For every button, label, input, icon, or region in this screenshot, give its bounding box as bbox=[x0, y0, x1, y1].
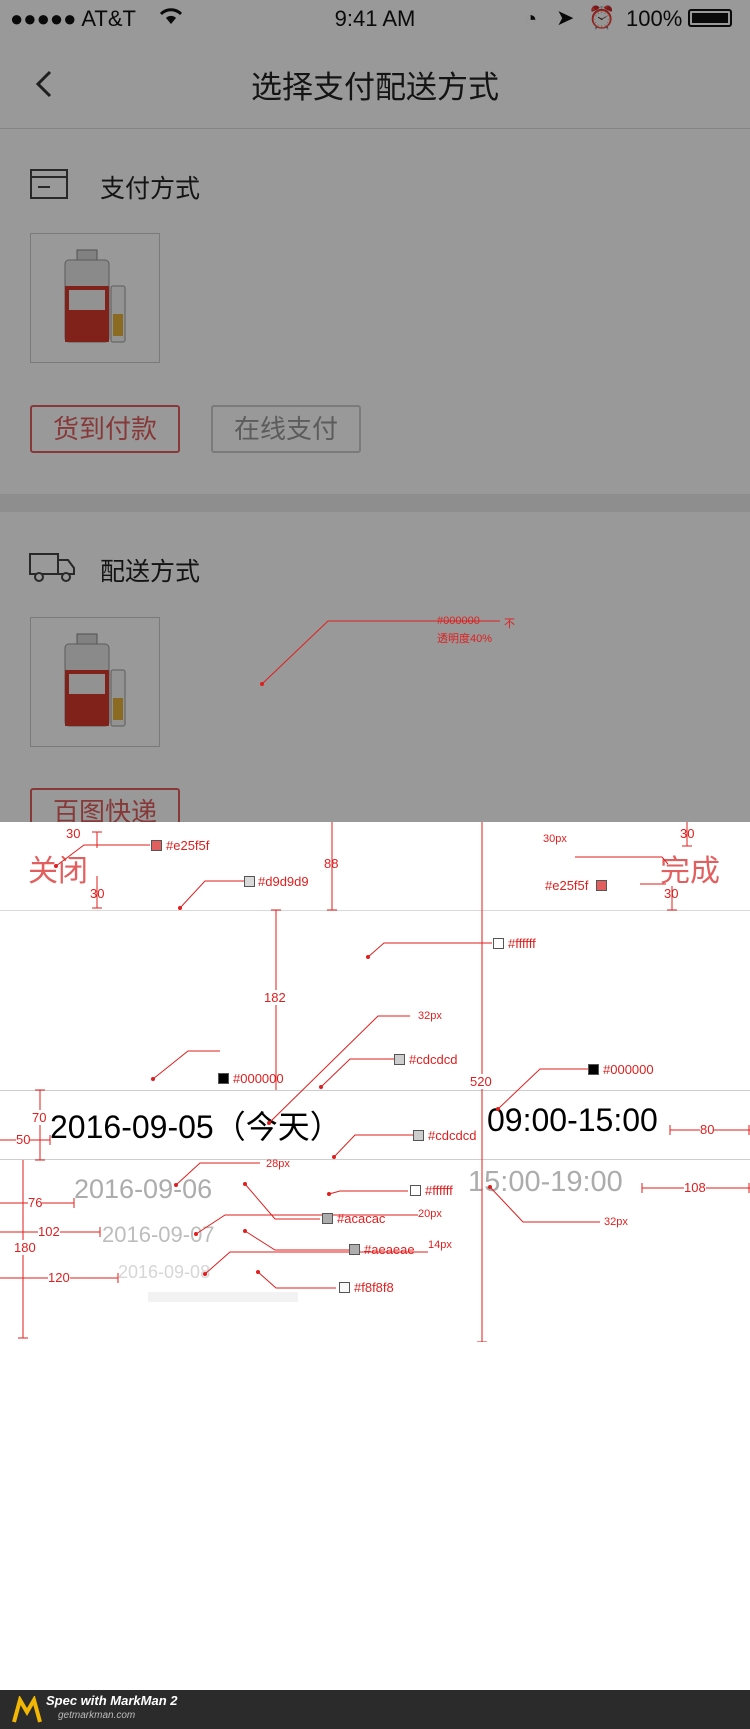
size-right-font: 32px bbox=[604, 1216, 628, 1228]
swatch-row2-text bbox=[322, 1213, 333, 1224]
overlay-color-note: #000000 bbox=[437, 615, 480, 627]
markman-logo-icon bbox=[12, 1694, 42, 1729]
size-row2-font: 28px bbox=[266, 1158, 290, 1170]
overlay-opacity-note-2: 透明度40% bbox=[437, 633, 493, 645]
dim-done-top-px: 30px bbox=[543, 833, 567, 845]
color-bg-white: #ffffff bbox=[508, 936, 536, 951]
markman-brand: Spec with MarkMan 2 bbox=[46, 1693, 178, 1708]
color-done: #e25f5f bbox=[545, 878, 589, 893]
swatch-sel-text-right bbox=[588, 1064, 599, 1075]
markman-footer: Spec with MarkMan 2 getmarkman.com bbox=[0, 1690, 750, 1729]
overlay-opacity-note: 不 bbox=[504, 618, 515, 630]
swatch-close bbox=[151, 840, 162, 851]
swatch-sel-text-left bbox=[218, 1073, 229, 1084]
color-sel-text-right: #000000 bbox=[603, 1062, 654, 1077]
swatch-row4-text bbox=[339, 1282, 350, 1293]
size-sel-font: 32px bbox=[418, 1010, 442, 1022]
color-sel-line-top: #cdcdcd bbox=[409, 1052, 458, 1067]
color-row3-text: #aeaeae bbox=[364, 1242, 415, 1257]
swatch-header-line bbox=[244, 876, 255, 887]
swatch-row3-text bbox=[349, 1244, 360, 1255]
color-sel-line-bottom: #cdcdcd bbox=[428, 1128, 477, 1143]
size-row3-font: 20px bbox=[418, 1208, 442, 1220]
dim-done-top: 30 bbox=[680, 826, 695, 841]
dim-right-80: 80 bbox=[700, 1122, 715, 1137]
dim-header-height: 88 bbox=[324, 856, 339, 871]
dim-done-bottom: 30 bbox=[664, 886, 679, 901]
dim-left-120: 120 bbox=[48, 1270, 70, 1285]
overlay-annotation-line bbox=[260, 620, 500, 686]
dim-left-76: 76 bbox=[28, 1195, 43, 1210]
swatch-done bbox=[596, 880, 607, 891]
swatch-sel-line-top bbox=[394, 1054, 405, 1065]
dim-left-50: 50 bbox=[16, 1132, 31, 1147]
swatch-row2-bg bbox=[410, 1185, 421, 1196]
dim-divider: 520 bbox=[470, 1074, 492, 1089]
markman-site: getmarkman.com bbox=[58, 1710, 136, 1721]
swatch-sel-line-bottom bbox=[413, 1130, 424, 1141]
color-row4-text: #f8f8f8 bbox=[354, 1280, 394, 1295]
dim-close-top: 30 bbox=[66, 826, 81, 841]
spec-lines bbox=[0, 822, 750, 1342]
dim-left-102: 102 bbox=[38, 1224, 60, 1239]
color-close: #e25f5f bbox=[166, 838, 210, 853]
dim-wheel-height: 180 bbox=[14, 1240, 36, 1255]
dim-close-bottom: 30 bbox=[90, 886, 105, 901]
dim-row-offset: 182 bbox=[264, 990, 286, 1005]
dim-right-108: 108 bbox=[684, 1180, 706, 1195]
color-row2-text: #acacac bbox=[337, 1211, 386, 1226]
color-sel-text-left: #000000 bbox=[233, 1071, 284, 1086]
size-row4-font: 14px bbox=[428, 1239, 452, 1251]
color-header-line: #d9d9d9 bbox=[258, 874, 309, 889]
color-row2-bg: #ffffff bbox=[425, 1183, 453, 1198]
swatch-bg bbox=[493, 938, 504, 949]
dim-sel-height: 70 bbox=[32, 1110, 47, 1125]
